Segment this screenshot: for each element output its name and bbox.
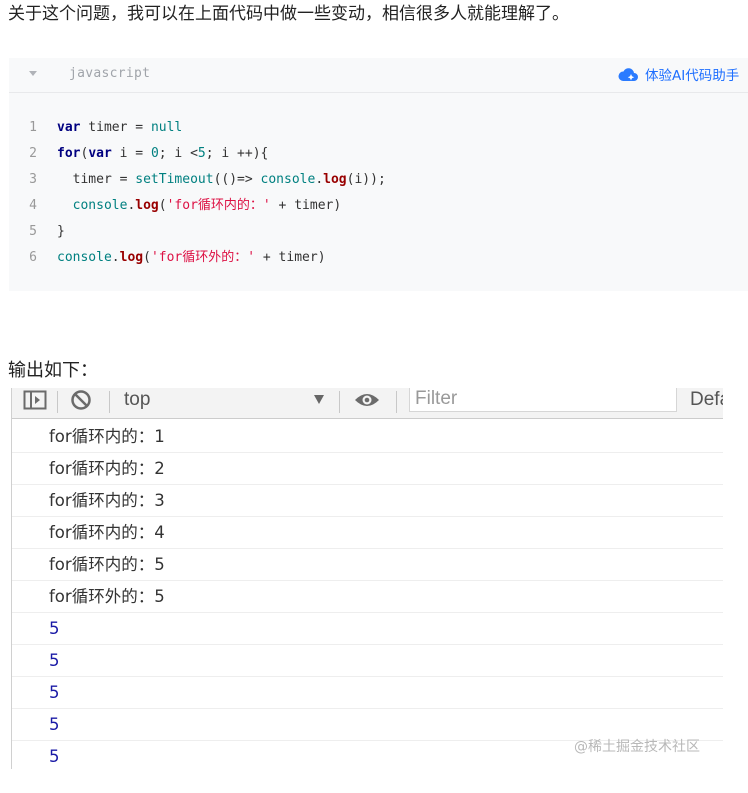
code-token: 'for循环内的：' bbox=[166, 198, 271, 213]
code-token: (i)); bbox=[346, 172, 386, 187]
code-line: 1 var timer = null bbox=[9, 115, 748, 141]
code-line: 6 console.log('for循环外的：' + timer) bbox=[9, 245, 748, 271]
line-number: 6 bbox=[29, 250, 37, 265]
code-token: 0 bbox=[150, 146, 159, 161]
code-header: javascript 体验AI代码助手 bbox=[9, 58, 748, 93]
code-line: 2 for(var i = 0; i <5; i ++){ bbox=[9, 141, 748, 167]
line-number: 2 bbox=[29, 146, 37, 161]
code-token: setTimeout bbox=[135, 172, 214, 187]
console-log-text: for循环内的：3 bbox=[49, 491, 165, 510]
console-log-row: 5 bbox=[12, 677, 723, 709]
toolbar-divider bbox=[109, 391, 110, 413]
console-toolbar: top Defa bbox=[12, 388, 723, 419]
code-token: ( bbox=[143, 250, 151, 265]
console-log-text: for循环内的：1 bbox=[49, 427, 165, 446]
console-log-text: 5 bbox=[49, 651, 60, 670]
code-token: } bbox=[57, 224, 65, 239]
code-source: for(var i = 0; i <5; i ++){ bbox=[57, 141, 268, 167]
ai-helper-button[interactable]: 体验AI代码助手 bbox=[617, 64, 739, 84]
code-token: ( bbox=[158, 198, 167, 213]
code-token: + timer) bbox=[270, 198, 342, 213]
console-log-text: 5 bbox=[49, 619, 60, 638]
code-token: null bbox=[150, 120, 183, 135]
intro-text: 关于这个问题，我可以在上面代码中做一些变动，相信很多人就能理解了。 bbox=[8, 4, 569, 24]
code-block: javascript 体验AI代码助手 1 var timer = null 2 fo… bbox=[9, 58, 748, 291]
code-token: + timer) bbox=[255, 250, 326, 265]
code-token: log bbox=[119, 250, 144, 265]
console-log-row: for循环内的：4 bbox=[12, 517, 723, 549]
console-log-text: for循环内的：5 bbox=[49, 555, 165, 574]
log-levels-dropdown[interactable]: Defa bbox=[690, 388, 723, 412]
code-token: i = bbox=[111, 146, 151, 161]
code-token: . bbox=[315, 172, 324, 187]
code-source: console.log('for循环内的：' + timer) bbox=[57, 193, 342, 219]
output-label: 输出如下： bbox=[8, 360, 98, 381]
code-token: var bbox=[57, 120, 81, 135]
code-line: 5} bbox=[9, 219, 748, 245]
code-token: timer = bbox=[57, 172, 136, 187]
console-log-row: for循环内的：2 bbox=[12, 453, 723, 485]
code-token: ; i < bbox=[158, 146, 198, 161]
code-token: console bbox=[260, 172, 316, 187]
toolbar-divider bbox=[339, 391, 340, 413]
console-log-row: for循环外的：5 bbox=[12, 581, 723, 613]
cloud-icon bbox=[618, 68, 638, 81]
code-source: timer = setTimeout(()=> console.log(i)); bbox=[57, 167, 386, 193]
console-log-row: for循环内的：5 bbox=[12, 549, 723, 581]
eye-icon[interactable] bbox=[353, 388, 381, 412]
code-source: console.log('for循环外的：' + timer) bbox=[57, 245, 326, 271]
console-log-text: 5 bbox=[49, 715, 60, 734]
filter-input[interactable] bbox=[409, 388, 677, 412]
code-token: . bbox=[111, 250, 120, 265]
watermark: @稀土掘金技术社区 bbox=[574, 739, 700, 755]
code-token: timer = bbox=[80, 120, 151, 135]
sidebar-toggle-icon[interactable] bbox=[23, 388, 47, 412]
code-token: console bbox=[72, 198, 128, 213]
code-token: console bbox=[57, 250, 112, 265]
chevron-down-icon[interactable] bbox=[29, 71, 37, 76]
code-token: (()=> bbox=[213, 172, 261, 187]
eye-svg bbox=[355, 394, 379, 406]
devtools-console: top Defa for循环内的：1for循环内的：2for循环内的：3for循… bbox=[11, 388, 723, 769]
console-log-row: for循环内的：1 bbox=[12, 421, 723, 453]
clear-console-icon[interactable] bbox=[70, 388, 92, 412]
console-log-text: for循环内的：2 bbox=[49, 459, 165, 478]
code-line: 4 console.log('for循环内的：' + timer) bbox=[9, 193, 748, 219]
console-log-row: 5 bbox=[12, 613, 723, 645]
console-log-text: 5 bbox=[49, 747, 60, 766]
code-token: 5 bbox=[197, 146, 206, 161]
console-log-row: for循环内的：3 bbox=[12, 485, 723, 517]
code-token: log bbox=[135, 198, 159, 213]
console-log-row: 5 bbox=[12, 645, 723, 677]
clear-console-svg bbox=[71, 390, 91, 410]
line-number: 1 bbox=[29, 120, 37, 135]
console-log-text: for循环外的：5 bbox=[49, 587, 165, 606]
code-token: var bbox=[88, 146, 112, 161]
console-log-text: 5 bbox=[49, 683, 60, 702]
code-source: var timer = null bbox=[57, 115, 182, 141]
console-log-text: for循环内的：4 bbox=[49, 523, 165, 542]
code-language-label: javascript bbox=[69, 66, 151, 81]
ai-helper-label: 体验AI代码助手 bbox=[645, 68, 740, 84]
line-number: 3 bbox=[29, 172, 37, 187]
code-line: 3 timer = setTimeout(()=> console.log(i)… bbox=[9, 167, 748, 193]
code-token: log bbox=[323, 172, 347, 187]
line-number: 5 bbox=[29, 224, 37, 239]
code-token: ; i ++){ bbox=[205, 146, 269, 161]
toolbar-divider bbox=[396, 391, 397, 413]
sidebar-toggle-svg bbox=[23, 390, 47, 410]
code-source: } bbox=[57, 219, 65, 245]
toolbar-divider bbox=[57, 391, 58, 413]
console-log-list: for循环内的：1 for循环内的：2 for循环内的：3 for循环内的：4 for循… bbox=[12, 421, 723, 769]
code-token: 'for循环外的：' bbox=[150, 250, 256, 265]
code-token: for bbox=[57, 146, 81, 161]
context-selector[interactable]: top bbox=[124, 388, 150, 412]
line-number: 4 bbox=[29, 198, 37, 213]
chevron-down-icon[interactable] bbox=[314, 395, 324, 404]
code-lines: 1 var timer = null 2 for(var i = 0; i <5; i… bbox=[9, 115, 748, 271]
